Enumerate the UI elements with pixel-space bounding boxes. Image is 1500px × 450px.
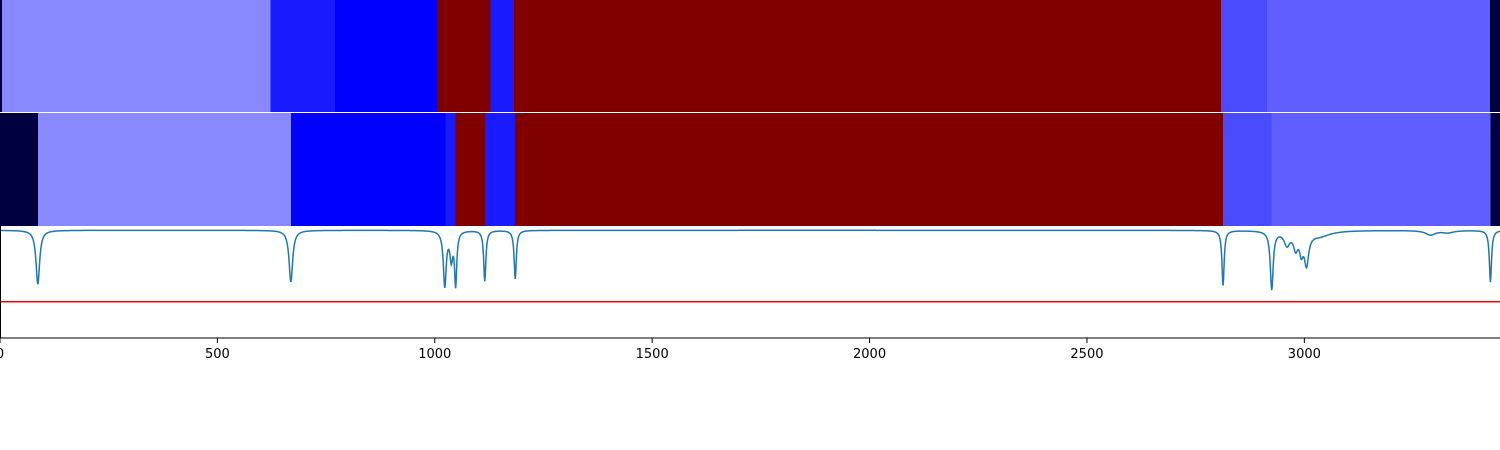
heatmap-segment <box>445 113 456 226</box>
heatmap-segment <box>1220 0 1267 112</box>
heatmap-segment <box>334 0 438 112</box>
x-axis: 0 500 1000 1500 2000 2500 3000 <box>0 338 1321 362</box>
x-tick-label: 2500 <box>1070 347 1103 362</box>
heatmap-segment <box>1266 0 1490 112</box>
heatmap-segment <box>1490 113 1500 226</box>
x-tick-label: 1000 <box>418 347 451 362</box>
x-tick-label: 3000 <box>1288 347 1321 362</box>
x-tick-label: 2000 <box>853 347 886 362</box>
heatmap-segment <box>1223 113 1272 226</box>
heatmap-segment <box>484 113 516 226</box>
heatmap-segment <box>515 113 1224 226</box>
x-tick-label: 0 <box>0 347 4 362</box>
heatmap-segment <box>2 0 271 112</box>
figure: 0 500 1000 1500 2000 2500 3000 <box>0 0 1500 362</box>
heatmap-segment <box>1271 113 1491 226</box>
heatmap-segment <box>0 0 3 112</box>
signal-panel-background <box>0 226 1500 338</box>
heatmap-segment <box>290 113 446 226</box>
heatmap-row-top <box>0 0 1500 112</box>
heatmap-segment <box>455 113 485 226</box>
heatmap-segment <box>270 0 335 112</box>
signal-panel <box>0 226 1500 339</box>
heatmap-segment <box>513 0 1221 112</box>
x-tick-label: 500 <box>205 347 230 362</box>
heatmap-segment <box>0 113 38 226</box>
heatmap-segment <box>437 0 491 112</box>
heatmap-segment <box>37 113 291 226</box>
x-tick-label: 1500 <box>636 347 669 362</box>
heatmap-segment <box>1490 0 1500 112</box>
heatmap-row-bottom <box>0 113 1500 226</box>
heatmap-segment <box>490 0 514 112</box>
